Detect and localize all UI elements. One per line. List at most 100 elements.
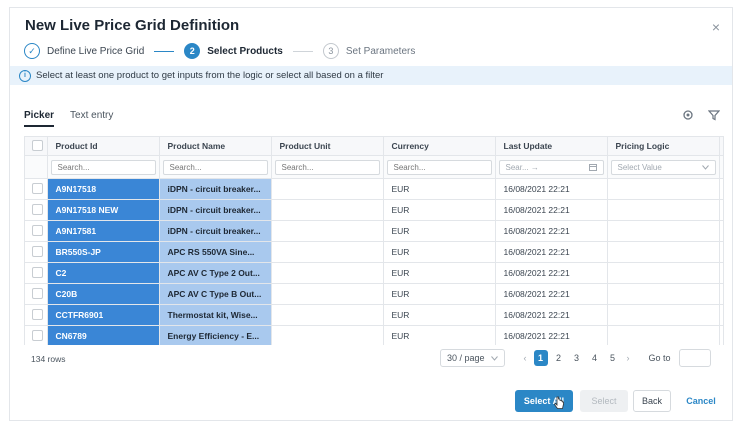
cell-product-id: A9N17518 [47,178,160,200]
table-row[interactable]: A9N17581 iDPN - circuit breaker... EUR 16/0… [25,220,723,242]
date-range-placeholder: Sear... → [505,162,539,172]
row-checkbox[interactable] [32,287,43,299]
cell-last-update: 16/08/2021 22:21 [495,304,608,326]
row-checkbox-cell[interactable] [25,304,48,326]
page-2[interactable]: 2 [552,353,566,363]
cell-currency: EUR [383,241,496,263]
row-checkbox-cell[interactable] [25,241,48,263]
cell-product-unit [271,220,384,242]
table-row[interactable]: BR550S-JP APC RS 550VA Sine... EUR 16/08/20… [25,241,723,263]
cell-pricing-logic [607,325,720,345]
page-1[interactable]: 1 [533,350,548,366]
cell-product-id: C20B [47,283,160,305]
row-checkbox[interactable] [32,203,43,215]
table-row[interactable]: C2 APC AV C Type 2 Out... EUR 16/08/2021 22… [25,262,723,284]
tab-bar: Picker Text entry [24,110,129,127]
cell-extra [719,220,723,242]
cell-pricing-logic [607,283,720,305]
row-checkbox[interactable] [32,224,43,236]
step-connector [154,50,175,52]
stepper: ✓ Define Live Price Grid 2 Select Produc… [24,41,415,61]
cell-extra [719,178,723,200]
info-banner: i Select at least one product to get inp… [10,66,732,85]
filter-product-name[interactable] [162,159,268,175]
cell-product-id: A9N17581 [47,220,160,242]
header-row: Product Id Product Name Product Unit Cur… [25,137,723,156]
cell-pricing-logic [607,178,720,200]
close-icon[interactable]: × [712,19,720,35]
filter-product-unit[interactable] [274,159,380,175]
step-select-products: 2 Select Products [184,43,283,59]
step-set-parameters: 3 Set Parameters [322,43,415,59]
table-row[interactable]: A9N17518 NEW iDPN - circuit breaker... EUR… [25,199,723,221]
row-checkbox[interactable] [32,266,43,278]
filter-last-update[interactable]: Sear... → [498,159,604,175]
row-checkbox-cell[interactable] [25,325,48,345]
row-checkbox-cell[interactable] [25,220,48,242]
cell-last-update: 16/08/2021 22:21 [495,283,608,305]
cell-currency: EUR [383,220,496,242]
column-header-product-name[interactable]: Product Name [159,137,272,156]
back-button[interactable]: Back [633,390,671,412]
live-price-grid-dialog: New Live Price Grid Definition × ✓ Defin… [9,7,733,421]
row-checkbox-cell[interactable] [25,199,48,221]
step-number: 3 [322,43,339,59]
step-define-live-price-grid[interactable]: ✓ Define Live Price Grid [24,43,144,59]
filter-product-id[interactable] [50,159,156,175]
row-checkbox[interactable] [32,308,43,320]
step-number: 2 [184,43,201,59]
cell-product-unit [271,199,384,221]
goto-label: Go to [648,353,671,363]
table-row[interactable]: CCTFR6901 Thermostat kit, Wise... EUR 16/08… [25,304,723,326]
column-header-pricing-logic[interactable]: Pricing Logic [607,137,720,156]
next-page-icon[interactable]: › [627,353,630,363]
cell-currency: EUR [383,325,496,345]
filter-currency[interactable] [386,159,492,175]
gear-icon[interactable] [682,109,694,124]
cell-pricing-logic [607,199,720,221]
row-checkbox-cell[interactable] [25,178,48,200]
page-size-select[interactable]: 30 / page [440,349,505,367]
cell-pricing-logic [607,220,720,242]
column-header-currency[interactable]: Currency [383,137,496,156]
column-header-last-update[interactable]: Last Update [495,137,608,156]
cell-last-update: 16/08/2021 22:21 [495,178,608,200]
page-3[interactable]: 3 [570,353,584,363]
tab-text-entry[interactable]: Text entry [70,110,113,127]
grid-body: A9N17518 iDPN - circuit breaker... EUR 16/0… [25,178,723,345]
row-checkbox[interactable] [32,245,43,257]
cancel-button[interactable]: Cancel [678,390,724,412]
table-row[interactable]: C20B APC AV C Type B Out... EUR 16/08/2021 … [25,283,723,305]
filter-spacer [25,155,48,179]
cell-extra [719,241,723,263]
table-row[interactable]: A9N17518 iDPN - circuit breaker... EUR 16/0… [25,178,723,200]
select-all-checkbox-cell[interactable] [25,137,48,156]
cell-extra [719,262,723,284]
goto-input[interactable] [678,349,711,367]
info-banner-text: Select at least one product to get input… [36,70,384,81]
page-4[interactable]: 4 [588,353,602,363]
page-5[interactable]: 5 [606,353,620,363]
filter-icon[interactable] [707,109,721,124]
cell-product-id: CN6789 [47,325,160,345]
row-checkbox[interactable] [32,182,43,194]
tab-picker[interactable]: Picker [24,110,55,127]
page-size-value: 30 / page [447,353,485,363]
row-checkbox-cell[interactable] [25,262,48,284]
select-button[interactable]: Select [580,390,628,412]
filter-row: Sear... → Select Value [25,155,723,179]
cell-product-unit [271,262,384,284]
column-header-product-id[interactable]: Product Id [47,137,160,156]
column-header-product-unit[interactable]: Product Unit [271,137,384,156]
filter-extra[interactable] [722,159,723,175]
filter-pricing-logic[interactable]: Select Value [610,159,716,175]
cell-extra [719,304,723,326]
checkbox[interactable] [32,139,43,151]
cell-last-update: 16/08/2021 22:21 [495,220,608,242]
previous-page-icon[interactable]: ‹ [524,353,527,363]
cell-extra [719,283,723,305]
row-checkbox-cell[interactable] [25,283,48,305]
row-checkbox[interactable] [32,329,43,341]
table-row[interactable]: CN6789 Energy Efficiency - E... EUR 16/08/2… [25,325,723,345]
cell-currency: EUR [383,262,496,284]
